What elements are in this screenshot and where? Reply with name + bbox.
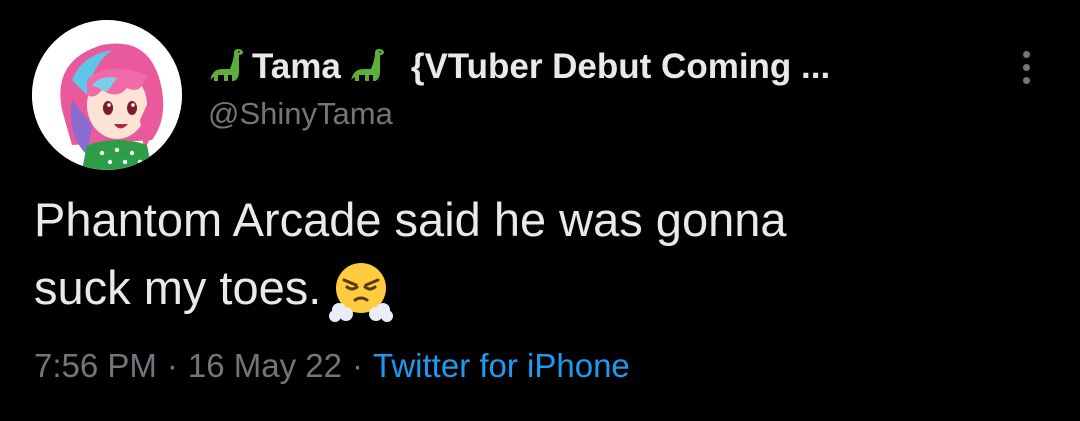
tweet-metadata: 7:56 PM · 16 May 22 · Twitter for iPhone [34, 347, 630, 385]
tweet-text-line2: suck my toes. [34, 254, 1044, 326]
sauropod-icon [345, 45, 389, 89]
tweet-text-line2-content: suck my toes. [34, 261, 322, 314]
separator: · [352, 347, 363, 384]
display-name-part1: Tama [252, 47, 341, 86]
tweet-date[interactable]: 16 May 22 [188, 347, 342, 384]
avatar-illustration [32, 20, 182, 170]
avatar[interactable] [32, 20, 182, 170]
display-name[interactable]: Tama {VTuber Debut Coming ... [204, 42, 964, 92]
tweet-header: Tama {VTuber Debut Coming ... @ShinyTama [204, 42, 964, 132]
display-name-part2: {VTuber Debut Coming ... [410, 47, 831, 86]
tweet: Tama {VTuber Debut Coming ... @ShinyTama… [0, 0, 1080, 421]
user-handle[interactable]: @ShinyTama [208, 96, 964, 132]
tweet-text-line1: Phantom Arcade said he was gonna [34, 193, 787, 246]
separator: · [166, 347, 178, 384]
tweet-text: Phantom Arcade said he was gonna suck my… [34, 186, 1044, 326]
tweet-time[interactable]: 7:56 PM [34, 347, 157, 384]
face-with-steam-icon [327, 258, 395, 326]
sauropod-icon [204, 45, 248, 89]
tweet-source-link[interactable]: Twitter for iPhone [373, 347, 630, 384]
more-options-icon[interactable] [1008, 42, 1044, 92]
